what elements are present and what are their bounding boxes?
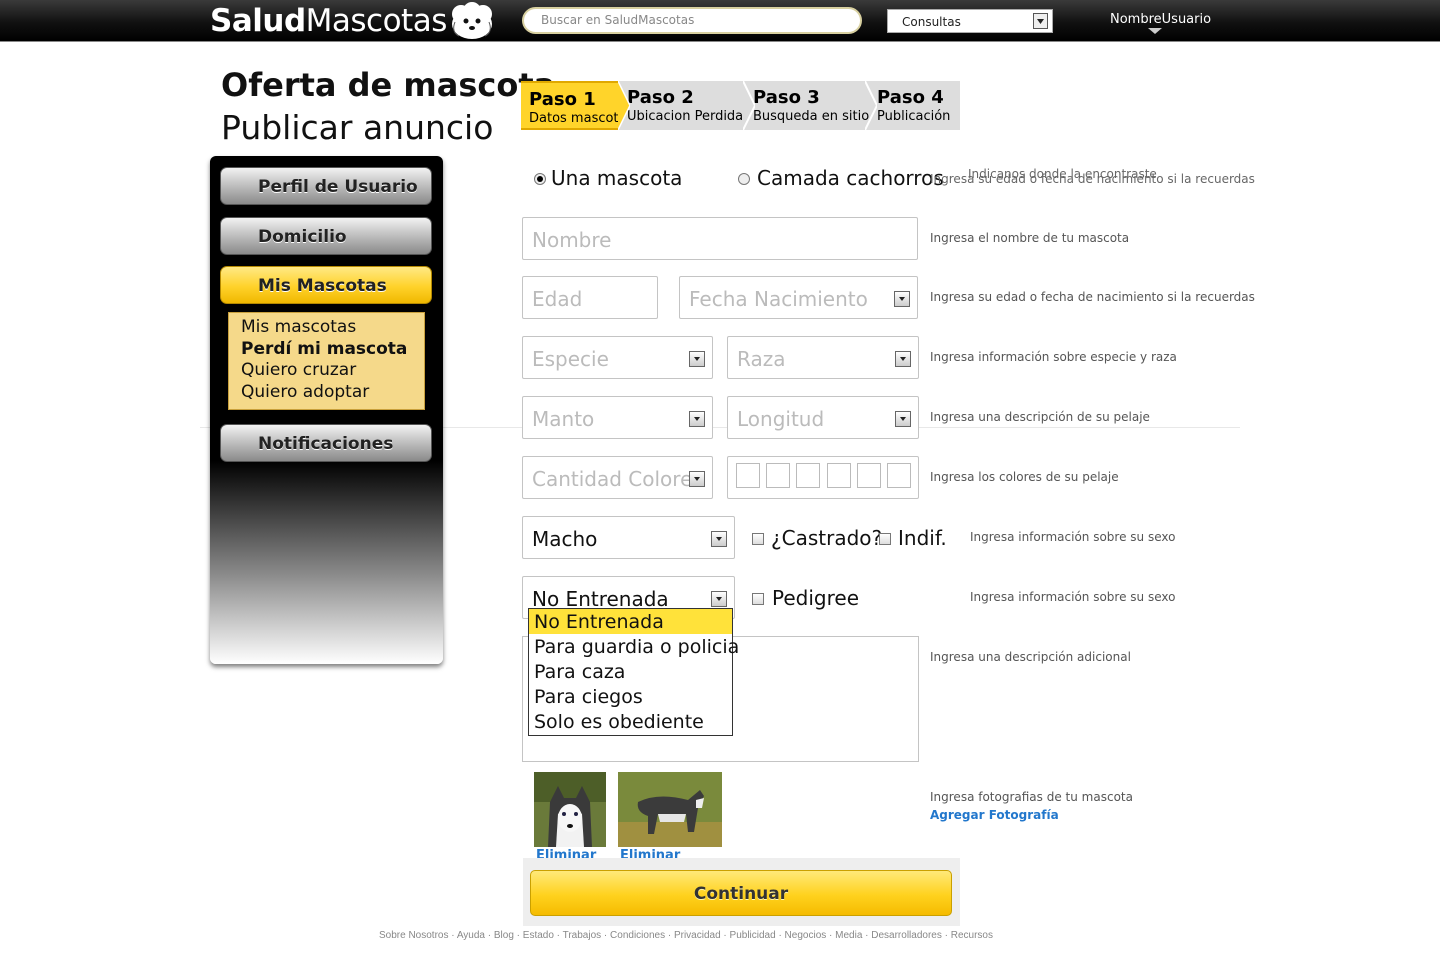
step-3[interactable]: Paso 3 Busqueda en sitio bbox=[745, 81, 869, 130]
hint-colors: Ingresa los colores de su pelaje bbox=[930, 470, 1119, 484]
step-separator-icon bbox=[865, 81, 877, 130]
chevron-down-icon bbox=[895, 411, 911, 427]
page-subtitle: Publicar anuncio bbox=[221, 108, 494, 147]
pet-photo bbox=[534, 772, 606, 847]
color-swatch[interactable] bbox=[736, 463, 760, 488]
submenu-item-lost-pet[interactable]: Perdí mi mascota bbox=[241, 339, 424, 361]
color-swatch[interactable] bbox=[827, 463, 851, 488]
training-option[interactable]: Para ciegos bbox=[529, 684, 732, 709]
hint-sex: Ingresa información sobre su sexo bbox=[970, 530, 1176, 544]
top-bar: SaludMascotas Buscar en SaludMascotas Co… bbox=[0, 0, 1440, 42]
training-options-list: No Entrenada Para guardia o policia Para… bbox=[528, 608, 739, 736]
sidebar-item-my-pets[interactable]: Mis Mascotas bbox=[220, 266, 432, 304]
chevron-down-icon bbox=[689, 351, 705, 367]
search-input[interactable]: Buscar en SaludMascotas bbox=[522, 7, 862, 34]
length-select[interactable]: Longitud bbox=[727, 396, 919, 439]
step-separator-icon bbox=[743, 81, 755, 130]
dog-logo-icon bbox=[452, 2, 492, 39]
chevron-down-icon bbox=[1033, 13, 1048, 29]
coat-select[interactable]: Manto bbox=[522, 396, 713, 439]
color-swatch[interactable] bbox=[857, 463, 881, 488]
step-4[interactable]: Paso 4 Publicación bbox=[869, 81, 960, 130]
color-swatch[interactable] bbox=[887, 463, 911, 488]
training-option[interactable]: Solo es obediente bbox=[529, 709, 732, 734]
radio-single-pet-label: Una mascota bbox=[551, 166, 683, 190]
submenu-item-my-pets[interactable]: Mis mascotas bbox=[241, 317, 424, 339]
step-separator-icon bbox=[618, 81, 630, 130]
footer-links[interactable]: Sobre Nosotros · Ayuda · Blog · Estado ·… bbox=[379, 930, 993, 941]
training-option[interactable]: Para guardia o policia bbox=[529, 634, 739, 659]
continue-button[interactable]: Continuar bbox=[530, 870, 952, 916]
hint-species: Ingresa información sobre especie y raza bbox=[930, 350, 1177, 364]
age-input[interactable]: Edad bbox=[522, 276, 658, 319]
hint-age: Ingresa su edad o fecha de nacimiento si… bbox=[930, 290, 1255, 304]
user-menu[interactable]: NombreUsuario bbox=[1110, 12, 1211, 27]
birthdate-select[interactable]: Fecha Nacimiento bbox=[679, 276, 918, 319]
sidebar-submenu: Mis mascotas Perdí mi mascota Quiero cru… bbox=[228, 312, 425, 410]
hint-training: Ingresa información sobre su sexo bbox=[970, 590, 1176, 604]
caret-down-icon bbox=[1148, 28, 1162, 34]
submenu-item-adopt[interactable]: Quiero adoptar bbox=[241, 382, 424, 404]
hint-coat: Ingresa una descripción de su pelaje bbox=[930, 410, 1150, 424]
chevron-down-icon bbox=[689, 411, 705, 427]
color-swatch[interactable] bbox=[766, 463, 790, 488]
indif-label: Indif. bbox=[898, 526, 947, 550]
chevron-down-icon bbox=[689, 471, 705, 487]
site-logo[interactable]: SaludMascotas bbox=[210, 3, 447, 39]
page-title: Oferta de mascota bbox=[221, 66, 556, 104]
radio-single-pet[interactable] bbox=[534, 173, 546, 185]
wizard-steps: Paso 1 Datos mascota Paso 2 Ubicacion Perd… bbox=[521, 81, 960, 130]
category-select[interactable]: Consultas bbox=[887, 9, 1053, 33]
sidebar-item-notifications[interactable]: Notificaciones bbox=[220, 424, 432, 462]
radio-litter-label: Camada cachorros bbox=[757, 166, 944, 190]
neutered-label: ¿Castrado? bbox=[771, 526, 883, 550]
color-count-select[interactable]: Cantidad Colores bbox=[522, 456, 713, 499]
pet-photo bbox=[618, 772, 722, 847]
hint-name: Ingresa el nombre de tu mascota bbox=[930, 231, 1130, 245]
color-swatch[interactable] bbox=[796, 463, 820, 488]
step-2[interactable]: Paso 2 Ubicacion Perdida bbox=[619, 81, 745, 130]
chevron-down-icon bbox=[894, 291, 910, 307]
hint-type: Ingresa su edad o fecha de nacimiento si… bbox=[930, 172, 1255, 186]
step-1[interactable]: Paso 1 Datos mascota bbox=[521, 81, 627, 130]
pedigree-checkbox[interactable] bbox=[752, 593, 764, 605]
neutered-checkbox[interactable] bbox=[752, 533, 764, 545]
hint-description: Ingresa una descripción adicional bbox=[930, 650, 1131, 664]
pedigree-label: Pedigree bbox=[772, 586, 859, 610]
sex-select[interactable]: Macho bbox=[522, 516, 735, 559]
breed-select[interactable]: Raza bbox=[727, 336, 919, 379]
sidebar-item-profile[interactable]: Perfil de Usuario bbox=[220, 167, 432, 205]
submenu-item-breed[interactable]: Quiero cruzar bbox=[241, 360, 424, 382]
training-option[interactable]: Para caza bbox=[529, 659, 732, 684]
species-select[interactable]: Especie bbox=[522, 336, 713, 379]
radio-litter[interactable] bbox=[738, 173, 750, 185]
add-photo-link[interactable]: Agregar Fotografía bbox=[930, 808, 1059, 822]
sidebar-item-address[interactable]: Domicilio bbox=[220, 217, 432, 255]
indif-checkbox[interactable] bbox=[879, 533, 891, 545]
training-option[interactable]: No Entrenada bbox=[529, 609, 732, 634]
chevron-down-icon bbox=[895, 351, 911, 367]
chevron-down-icon bbox=[711, 591, 727, 607]
chevron-down-icon bbox=[711, 531, 727, 547]
sidebar: Perfil de Usuario Domicilio Mis Mascotas… bbox=[210, 156, 443, 664]
name-input[interactable]: Nombre bbox=[522, 217, 918, 260]
hint-photos: Ingresa fotografias de tu mascota bbox=[930, 790, 1133, 804]
